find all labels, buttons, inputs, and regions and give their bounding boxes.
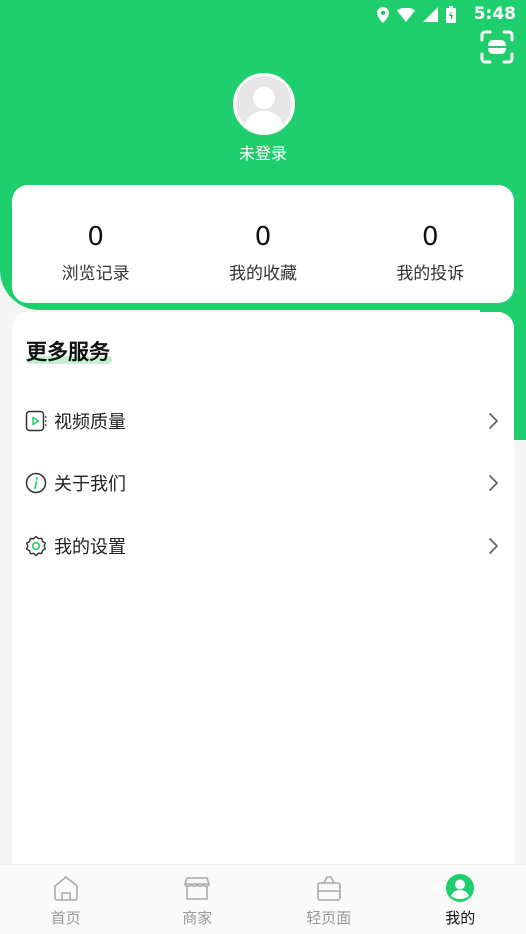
services-title: 更多服务 (26, 340, 110, 364)
chevron-right-icon (489, 538, 498, 554)
service-item-settings[interactable]: 我的设置 (12, 521, 514, 571)
login-status-label[interactable]: 未登录 (0, 140, 526, 164)
tab-label: 商家 (182, 909, 213, 927)
tab-label: 我的 (445, 909, 476, 927)
service-item-about-us[interactable]: 关于我们 (12, 458, 514, 508)
stat-label: 我的收藏 (228, 264, 297, 284)
scan-icon (480, 30, 514, 64)
tab-mine[interactable]: 我的 (395, 865, 526, 934)
profile-icon (446, 874, 475, 902)
signal-icon (423, 7, 438, 22)
tab-light-page[interactable]: 轻页面 (263, 865, 395, 934)
stat-history[interactable]: 0 浏览记录 (12, 185, 179, 303)
store-icon (184, 877, 211, 900)
location-icon (377, 6, 389, 23)
stat-label: 我的投诉 (396, 264, 465, 284)
services-card: 更多服务 视频质量 关于我们 我的设置 (12, 312, 514, 872)
stat-count: 0 (87, 222, 104, 252)
tab-label: 轻页面 (306, 909, 352, 927)
chevron-right-icon (489, 475, 498, 491)
default-avatar-icon (244, 87, 284, 132)
settings-icon (26, 535, 46, 557)
service-label: 我的设置 (54, 537, 126, 558)
service-label: 关于我们 (54, 474, 126, 495)
tab-merchants[interactable]: 商家 (132, 865, 264, 934)
stat-favorites[interactable]: 0 我的收藏 (179, 185, 346, 303)
stat-complaints[interactable]: 0 我的投诉 (347, 185, 514, 303)
status-bar: 5:48 (0, 0, 526, 30)
status-icons (377, 6, 456, 23)
bag-icon (316, 876, 341, 901)
avatar[interactable] (233, 73, 295, 135)
video-quality-icon (25, 410, 47, 432)
status-time: 5:48 (473, 4, 516, 24)
scan-button[interactable] (478, 28, 516, 66)
stats-card: 0 浏览记录 0 我的收藏 0 我的投诉 (12, 185, 514, 303)
service-item-video-quality[interactable]: 视频质量 (12, 396, 514, 446)
bottom-tab-bar: 首页 商家 轻页面 我的 (0, 864, 526, 934)
wifi-icon (397, 7, 415, 22)
info-icon (25, 472, 47, 494)
tab-home[interactable]: 首页 (0, 865, 132, 934)
home-icon (53, 876, 78, 901)
tab-label: 首页 (50, 909, 81, 927)
stat-label: 浏览记录 (61, 264, 130, 284)
stat-count: 0 (254, 222, 272, 252)
chevron-right-icon (489, 413, 498, 429)
service-label: 视频质量 (54, 412, 126, 433)
profile-screen: 5:48 未登录 0 浏览记录 0 我的收藏 0 我的投诉 更多服务 视频质量 … (0, 0, 526, 934)
stat-count: 0 (422, 222, 439, 252)
battery-icon (446, 6, 456, 23)
